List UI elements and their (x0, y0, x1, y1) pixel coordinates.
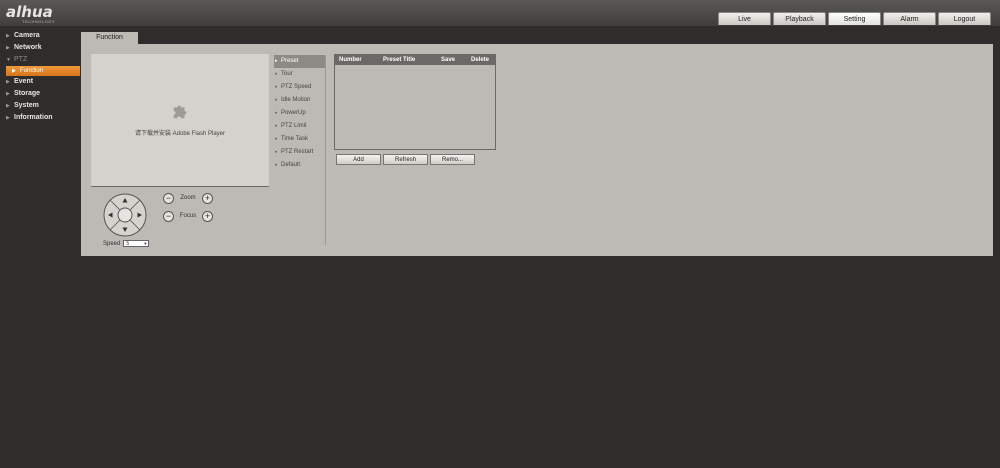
sidebar-item-network[interactable]: ▶ Network (0, 42, 80, 54)
arrow-down-icon: ▼ (6, 57, 11, 63)
sidebar-item-label: Camera (14, 32, 40, 39)
focus-out-button[interactable]: − (163, 210, 174, 222)
caret-down-icon: ▼ (143, 241, 148, 246)
add-button[interactable]: Add (336, 154, 381, 165)
arrow-right-icon: ▶ (6, 45, 10, 51)
focus-in-button[interactable]: + (202, 210, 213, 222)
arrow-right-icon: ▶ (6, 33, 10, 39)
sidebar-subitem-function[interactable]: ▶ Function (6, 66, 80, 76)
section-tab-function[interactable]: Function (81, 32, 138, 44)
speed-label: Speed (103, 240, 121, 247)
column-preset-title: Preset Title (383, 57, 416, 63)
tab-live[interactable]: Live (718, 12, 771, 25)
sidebar-item-label: PTZ (14, 56, 28, 63)
sidebar: ▶ Camera ▶ Network ▼ PTZ ▶ Function ▶ Ev… (0, 30, 80, 124)
focus-control: − Focus + (163, 210, 213, 222)
sidebar-item-label: System (14, 102, 39, 109)
sidebar-item-event[interactable]: ▶ Event (0, 76, 80, 88)
sidebar-item-label: Information (14, 114, 53, 121)
table-header: Number Preset Title Save Delete (335, 55, 495, 65)
focus-label: Focus (179, 213, 197, 219)
speed-value: 5 (126, 241, 130, 247)
zoom-out-button[interactable]: − (163, 192, 174, 204)
menu-item-powerup[interactable]: PowerUp (274, 107, 326, 120)
sidebar-item-label: Event (14, 78, 34, 85)
sidebar-item-system[interactable]: ▶ System (0, 100, 80, 112)
sidebar-item-storage[interactable]: ▶ Storage (0, 88, 80, 100)
speed-control: Speed 5 ▼ (103, 240, 150, 247)
menu-item-preset[interactable]: Preset (274, 55, 326, 68)
menu-divider (325, 55, 326, 245)
video-preview: 请下载并安装 Adobe Flash Player (91, 54, 269, 187)
column-delete: Delete (471, 57, 490, 63)
remove-button[interactable]: Remo... (430, 154, 475, 165)
arrow-right-icon: ▶ (6, 115, 10, 121)
menu-item-idle-motion[interactable]: Idle Motion (274, 94, 326, 107)
menu-item-default[interactable]: Default (274, 159, 326, 172)
zoom-control: − Zoom + (163, 192, 213, 204)
function-menu: Preset Tour PTZ Speed Idle Motion PowerU… (274, 55, 326, 172)
logo-tagline: TECHNOLOGY (22, 19, 56, 24)
sidebar-item-camera[interactable]: ▶ Camera (0, 30, 80, 42)
preset-actions: Add Refresh Remo... (336, 154, 475, 165)
main-nav: Live Playback Setting Alarm Logout (718, 12, 991, 26)
sidebar-item-label: Network (14, 44, 42, 51)
sidebar-item-ptz[interactable]: ▼ PTZ (0, 54, 80, 66)
zoom-in-button[interactable]: + (202, 192, 213, 204)
arrow-right-icon: ▶ (6, 79, 10, 85)
arrow-right-icon: ▶ (12, 68, 16, 74)
zoom-label: Zoom (180, 195, 196, 201)
tab-playback[interactable]: Playback (773, 12, 826, 25)
column-save: Save (441, 57, 456, 63)
column-number: Number (339, 57, 362, 63)
plugin-puzzle-icon (173, 105, 187, 119)
preset-table: Number Preset Title Save Delete (334, 54, 496, 150)
refresh-button[interactable]: Refresh (383, 154, 428, 165)
sidebar-item-label: Storage (14, 90, 41, 97)
menu-item-time-task[interactable]: Time Task (274, 133, 326, 146)
arrow-right-icon: ▶ (6, 91, 10, 97)
content-panel: 请下载并安装 Adobe Flash Player − Zoom + − Foc… (81, 44, 993, 256)
ptz-direction-pad[interactable] (103, 193, 147, 237)
tab-logout[interactable]: Logout (938, 12, 991, 25)
menu-item-ptz-restart[interactable]: PTZ Restart (274, 146, 326, 159)
sidebar-item-label: Function (20, 68, 44, 74)
menu-item-ptz-limit[interactable]: PTZ Limit (274, 120, 326, 133)
tab-alarm[interactable]: Alarm (883, 12, 936, 25)
tab-setting[interactable]: Setting (828, 12, 881, 25)
sidebar-item-information[interactable]: ▶ Information (0, 112, 80, 124)
app-header: alhua TECHNOLOGY Live Playback Setting A… (0, 0, 1000, 26)
menu-item-ptz-speed[interactable]: PTZ Speed (274, 81, 326, 94)
speed-select[interactable]: 5 ▼ (123, 240, 150, 247)
flash-plugin-message[interactable]: 请下载并安装 Adobe Flash Player (91, 128, 269, 137)
menu-item-tour[interactable]: Tour (274, 68, 326, 81)
arrow-right-icon: ▶ (6, 103, 10, 109)
